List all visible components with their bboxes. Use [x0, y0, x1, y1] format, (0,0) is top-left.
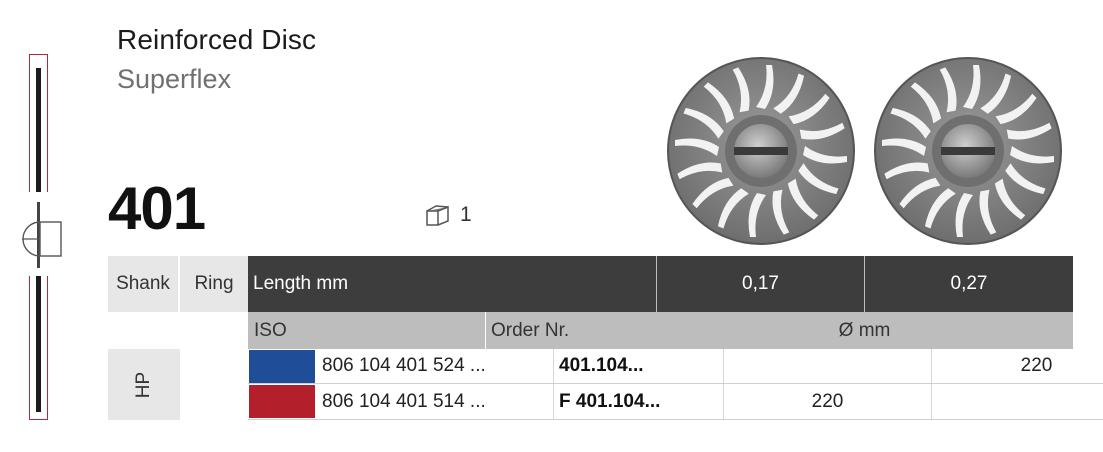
- value-cell-2: [932, 384, 1103, 419]
- table-row: 806 104 401 524 ... 401.104... 220: [248, 349, 1103, 384]
- ring-cell: [248, 349, 316, 383]
- header-diameter-2: 0,27: [864, 256, 1073, 312]
- shank-type: HP: [133, 371, 154, 398]
- ring-cell: [248, 384, 316, 419]
- ring-color-swatch: [249, 385, 315, 418]
- table-header-row: Shank Ring Length mm 0,17 0,27: [108, 256, 1073, 312]
- pack-quantity: 1: [424, 203, 472, 227]
- header-ring: Ring: [180, 256, 248, 312]
- order-cell: F 401.104...: [554, 384, 724, 419]
- table-row: 806 104 401 514 ... F 401.104... 220: [248, 384, 1103, 420]
- header-iso: ISO: [248, 312, 486, 349]
- box-icon: [426, 205, 449, 226]
- product-subtitle: Superflex: [117, 64, 232, 94]
- value-cell-1: [724, 349, 932, 383]
- value-cell-2: 220: [1020, 355, 1053, 376]
- table-subheader-row: ISO Order Nr. Ø mm: [108, 312, 1073, 349]
- header-diameter-1: 0,17: [656, 256, 864, 312]
- header-diameter-mm: Ø mm: [656, 312, 1073, 349]
- disc-image: [874, 57, 1062, 245]
- header-order: Order Nr.: [486, 312, 656, 349]
- pack-quantity-value: 1: [460, 203, 472, 226]
- shank-type-cell: HP: [108, 349, 180, 420]
- header-shank: Shank: [108, 256, 180, 312]
- iso-cell: 806 104 401 514 ...: [316, 384, 554, 419]
- product-number: 401: [108, 175, 206, 242]
- ring-color-swatch: [249, 349, 315, 383]
- order-cell: 401.104...: [554, 349, 724, 383]
- iso-cell: 806 104 401 524 ...: [316, 349, 554, 383]
- header-length: Length mm: [248, 256, 656, 312]
- shank-diagram: [18, 52, 66, 422]
- product-title: Reinforced Disc: [117, 24, 317, 55]
- subheader-blank: [108, 312, 248, 349]
- disc-image: [667, 57, 855, 245]
- disc-head-icon: [22, 221, 62, 257]
- value-cell-1: 220: [724, 384, 932, 419]
